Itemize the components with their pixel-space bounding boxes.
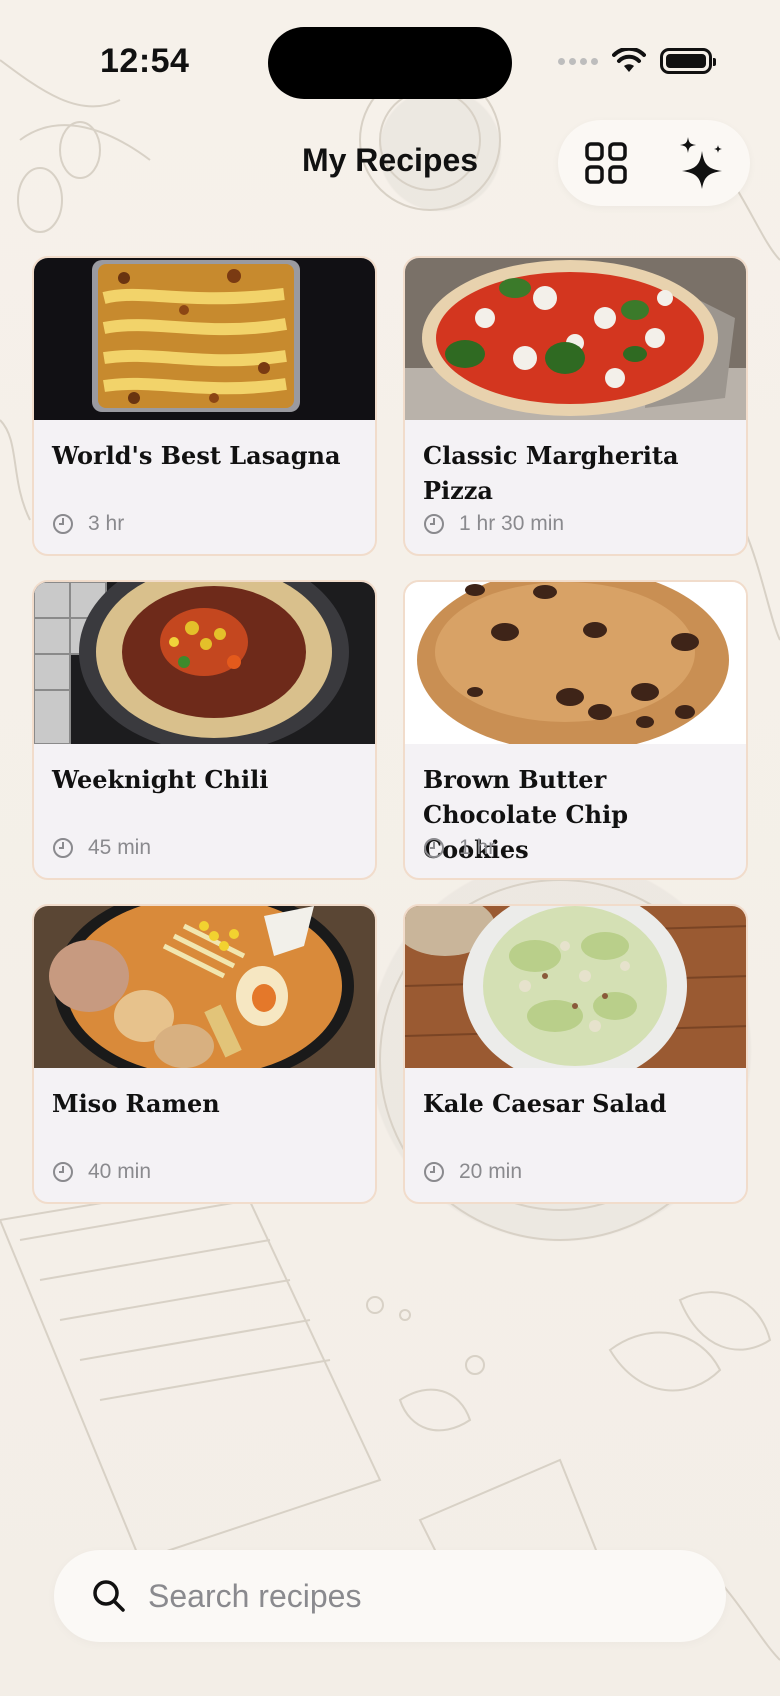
recipe-image-cookie <box>405 582 746 744</box>
wifi-icon <box>612 48 646 72</box>
clock-icon <box>424 514 444 534</box>
clock-icon <box>424 838 444 858</box>
recipe-image-pizza <box>405 258 746 420</box>
recipe-title: Miso Ramen <box>52 1089 220 1118</box>
header-actions <box>558 120 750 206</box>
clock-icon <box>53 838 73 858</box>
recipe-card[interactable]: Kale Caesar Salad 20 min <box>403 904 748 1204</box>
recipe-card[interactable]: Weeknight Chili 45 min <box>32 580 377 880</box>
recipe-image-chili <box>34 582 375 744</box>
recipe-time: 3 hr <box>52 512 124 536</box>
search-input[interactable] <box>148 1577 668 1615</box>
recipe-time-label: 1 hr <box>459 836 496 859</box>
recipe-grid: World's Best Lasagna 3 hr Classic Marghe… <box>32 256 748 1204</box>
grid-icon <box>585 142 627 184</box>
search-icon <box>93 1580 125 1612</box>
dynamic-island <box>268 27 512 99</box>
recipe-image-ramen <box>34 906 375 1068</box>
recipe-image-salad <box>405 906 746 1068</box>
recipe-title: Weeknight Chili <box>52 765 269 794</box>
status-time: 12:54 <box>100 42 190 80</box>
status-icons <box>558 48 716 74</box>
status-bar: 12:54 <box>0 0 780 110</box>
recipe-card[interactable]: Classic Margherita Pizza 1 hr 30 min <box>403 256 748 556</box>
clock-icon <box>53 1162 73 1182</box>
recipe-time-label: 45 min <box>88 836 152 859</box>
recipe-title: Classic Margherita Pizza <box>423 441 679 505</box>
recipe-time: 20 min <box>423 1160 522 1184</box>
recipe-time-label: 1 hr 30 min <box>459 512 565 535</box>
recipe-time: 45 min <box>52 836 151 860</box>
recipe-card[interactable]: World's Best Lasagna 3 hr <box>32 256 377 556</box>
ai-sparkle-button[interactable] <box>672 133 732 193</box>
recipe-time: 40 min <box>52 1160 151 1184</box>
clock-icon <box>53 514 73 534</box>
recipe-image-lasagna <box>34 258 375 420</box>
battery-icon <box>660 48 716 74</box>
recipe-time-label: 20 min <box>459 1160 523 1183</box>
search-bar <box>54 1550 726 1642</box>
recipe-time-label: 40 min <box>88 1160 152 1183</box>
clock-icon <box>424 1162 444 1182</box>
recipe-time-label: 3 hr <box>88 512 125 535</box>
recipe-time: 1 hr <box>423 836 495 860</box>
recipe-card[interactable]: Brown Butter Chocolate Chip Cookies 1 hr <box>403 580 748 880</box>
grid-view-button[interactable] <box>576 133 636 193</box>
recipe-card[interactable]: Miso Ramen 40 min <box>32 904 377 1204</box>
recipe-time: 1 hr 30 min <box>423 512 564 536</box>
sparkle-icon <box>680 137 722 189</box>
recipe-title: World's Best Lasagna <box>52 441 341 470</box>
cellular-signal-icon <box>558 57 598 65</box>
recipe-title: Kale Caesar Salad <box>423 1089 667 1118</box>
